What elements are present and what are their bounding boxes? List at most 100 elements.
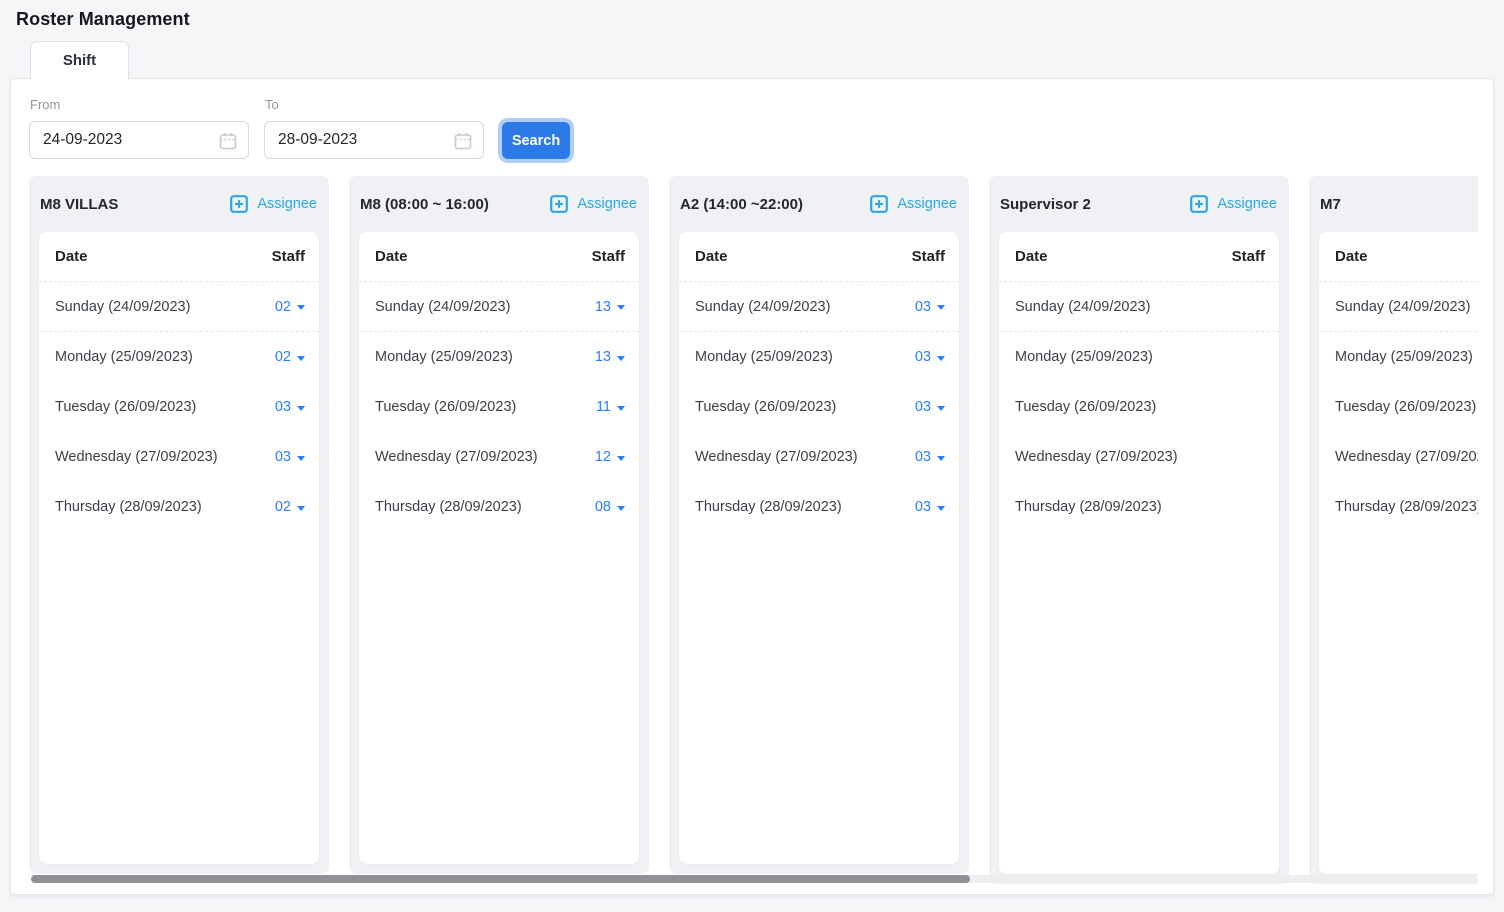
row-date: Monday (25/09/2023) — [375, 349, 513, 365]
table-row: Sunday (24/09/2023) — [1319, 282, 1478, 332]
table-row: Tuesday (26/09/2023) 03 — [679, 382, 959, 432]
from-date-field — [29, 121, 249, 159]
table-header-row: Date Staff — [359, 232, 639, 282]
staff-count-dropdown[interactable]: 03 — [275, 449, 305, 465]
staff-count-dropdown[interactable]: 03 — [915, 499, 945, 515]
plus-square-icon — [870, 195, 888, 213]
table-row: Wednesday (27/09/2023) 12 — [359, 432, 639, 482]
table-row: Monday (25/09/2023) 02 — [39, 332, 319, 382]
to-date-input[interactable] — [265, 122, 483, 158]
shift-name: A2 (14:00 ~22:00) — [680, 196, 803, 213]
chevron-down-icon — [937, 305, 945, 310]
from-date-input[interactable] — [30, 122, 248, 158]
staff-count-dropdown[interactable]: 08 — [595, 499, 625, 515]
row-date: Sunday (24/09/2023) — [55, 299, 190, 315]
row-date: Monday (25/09/2023) — [55, 349, 193, 365]
row-date: Wednesday (27/09/2023) — [55, 449, 218, 465]
table-row: Monday (25/09/2023) 03 — [679, 332, 959, 382]
horizontal-scrollbar-thumb[interactable] — [31, 875, 970, 883]
row-date: Thursday (28/09/2023) — [375, 499, 522, 515]
staff-count-dropdown[interactable]: 03 — [915, 299, 945, 315]
staff-count-dropdown[interactable]: 12 — [595, 449, 625, 465]
date-column-header: Date — [695, 248, 728, 265]
chevron-down-icon — [297, 506, 305, 511]
chevron-down-icon — [937, 456, 945, 461]
add-assignee-button[interactable]: Assignee — [870, 195, 957, 213]
to-date-field — [264, 121, 484, 159]
table-header-row: Date Staff — [679, 232, 959, 282]
from-label: From — [30, 97, 60, 112]
shift-column-header: Supervisor 2 Assignee — [989, 176, 1289, 232]
assignee-label: Assignee — [577, 196, 637, 212]
staff-count-dropdown[interactable]: 02 — [275, 299, 305, 315]
staff-count-dropdown[interactable]: 03 — [915, 349, 945, 365]
table-row: Wednesday (27/09/2023) 03 — [39, 432, 319, 482]
add-assignee-button[interactable]: Assignee — [230, 195, 317, 213]
chevron-down-icon — [297, 406, 305, 411]
search-button[interactable]: Search — [502, 122, 570, 159]
shift-cards-row: M8 VILLAS Assignee Date Staff — [29, 176, 1478, 884]
calendar-icon[interactable] — [454, 132, 472, 150]
shift-column-m8-day: M8 (08:00 ~ 16:00) Assignee Date Staff — [349, 176, 649, 874]
row-date: Sunday (24/09/2023) — [1015, 299, 1150, 315]
add-assignee-button[interactable]: Assignee — [1190, 195, 1277, 213]
row-date: Tuesday (26/09/2023) — [55, 399, 196, 415]
shift-column-header: M8 (08:00 ~ 16:00) Assignee — [349, 176, 649, 232]
date-column-header: Date — [1015, 248, 1048, 265]
row-date: Monday (25/09/2023) — [695, 349, 833, 365]
staff-column-header: Staff — [272, 248, 305, 265]
staff-count-dropdown[interactable]: 13 — [595, 349, 625, 365]
shift-name: M8 VILLAS — [40, 196, 118, 213]
chevron-down-icon — [297, 356, 305, 361]
row-date: Thursday (28/09/2023) — [55, 499, 202, 515]
staff-count-dropdown[interactable]: 03 — [915, 449, 945, 465]
table-row: Monday (25/09/2023) — [1319, 332, 1478, 382]
table-row: Wednesday (27/09/2023) 03 — [679, 432, 959, 482]
add-assignee-button[interactable]: Assignee — [550, 195, 637, 213]
assignee-label: Assignee — [897, 196, 957, 212]
shift-column-header: M7 Assignee — [1309, 176, 1478, 232]
table-header-row: Date Staff — [999, 232, 1279, 282]
chevron-down-icon — [617, 406, 625, 411]
row-date: Sunday (24/09/2023) — [1335, 299, 1470, 315]
table-row: Tuesday (26/09/2023) 11 — [359, 382, 639, 432]
assignee-label: Assignee — [1217, 196, 1277, 212]
table-row: Thursday (28/09/2023) 02 — [39, 482, 319, 532]
shift-column-a2: A2 (14:00 ~22:00) Assignee Date Staff — [669, 176, 969, 874]
calendar-icon[interactable] — [219, 132, 237, 150]
row-date: Thursday (28/09/2023) — [695, 499, 842, 515]
chevron-down-icon — [617, 506, 625, 511]
staff-count-dropdown[interactable]: 03 — [275, 399, 305, 415]
table-row: Monday (25/09/2023) — [999, 332, 1279, 382]
staff-count-dropdown[interactable]: 03 — [915, 399, 945, 415]
shift-column-header: A2 (14:00 ~22:00) Assignee — [669, 176, 969, 232]
chevron-down-icon — [617, 305, 625, 310]
roster-table: Date Staff Sunday (24/09/2023) 02 Monday… — [39, 232, 319, 864]
row-date: Sunday (24/09/2023) — [375, 299, 510, 315]
chevron-down-icon — [297, 305, 305, 310]
chevron-down-icon — [937, 356, 945, 361]
staff-count-dropdown[interactable]: 11 — [596, 399, 625, 415]
roster-table: Date Staff Sunday (24/09/2023) Monday (2… — [1319, 232, 1478, 874]
date-column-header: Date — [375, 248, 408, 265]
table-row: Tuesday (26/09/2023) — [1319, 382, 1478, 432]
row-date: Tuesday (26/09/2023) — [1015, 399, 1156, 415]
row-date: Wednesday (27/09/2023) — [1015, 449, 1178, 465]
staff-count-dropdown[interactable]: 02 — [275, 499, 305, 515]
shift-name: M7 — [1320, 196, 1341, 213]
tab-shift[interactable]: Shift — [30, 41, 129, 79]
horizontal-scrollbar-track[interactable] — [31, 875, 1476, 883]
shift-column-m8-villas: M8 VILLAS Assignee Date Staff — [29, 176, 329, 874]
staff-count-dropdown[interactable]: 02 — [275, 349, 305, 365]
row-date: Monday (25/09/2023) — [1335, 349, 1473, 365]
row-date: Thursday (28/09/2023) — [1335, 499, 1478, 515]
date-column-header: Date — [55, 248, 88, 265]
shift-name: Supervisor 2 — [1000, 196, 1091, 213]
staff-count-dropdown[interactable]: 13 — [595, 299, 625, 315]
table-row: Thursday (28/09/2023) 08 — [359, 482, 639, 532]
table-row: Sunday (24/09/2023) 13 — [359, 282, 639, 332]
table-row: Tuesday (26/09/2023) 03 — [39, 382, 319, 432]
row-date: Wednesday (27/09/2023) — [695, 449, 858, 465]
row-date: Thursday (28/09/2023) — [1015, 499, 1162, 515]
row-date: Wednesday (27/09/2023) — [1335, 449, 1478, 465]
